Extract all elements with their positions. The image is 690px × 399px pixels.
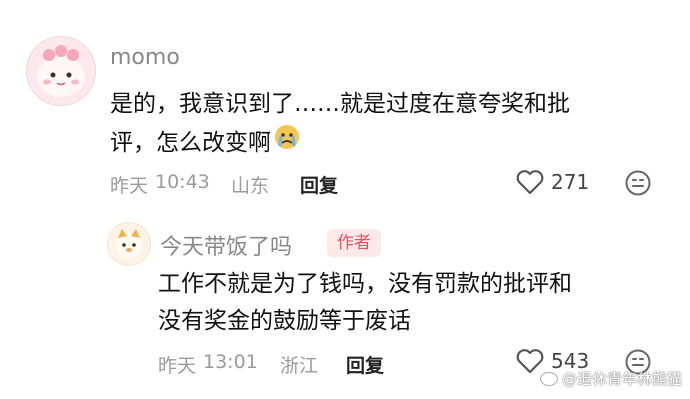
avatar-illustration bbox=[37, 45, 85, 97]
comment-author[interactable]: 今天带饭了吗 bbox=[160, 229, 292, 261]
comment-text-line: 是的，我意识到了……就是过度在意夸奖和批 bbox=[110, 91, 570, 117]
comment-location: 山东 bbox=[231, 175, 270, 197]
comment-date: 昨天 bbox=[110, 175, 149, 197]
comment-author[interactable]: momo bbox=[110, 45, 180, 70]
comment-text-line: 评，怎么改变啊 bbox=[110, 123, 301, 163]
comment-date: 昨天 bbox=[158, 355, 197, 377]
emoji-face-icon bbox=[625, 170, 651, 196]
crying-face-icon bbox=[273, 123, 301, 163]
comment-location: 浙江 bbox=[280, 355, 319, 377]
like-count: 271 bbox=[551, 170, 590, 194]
comment-time: 10:43 bbox=[155, 171, 210, 193]
watermark: @退休青年林熊猫 bbox=[539, 368, 682, 389]
heart-icon bbox=[516, 170, 544, 195]
comment-text-line: 工作不就是为了钱吗，没有罚款的批评和 bbox=[158, 271, 572, 297]
avatar-illustration bbox=[116, 229, 142, 259]
reply-button[interactable]: 回复 bbox=[300, 171, 338, 198]
weibo-logo-icon bbox=[539, 371, 558, 386]
comment-text: 评，怎么改变啊 bbox=[110, 130, 271, 156]
reply-button[interactable]: 回复 bbox=[346, 351, 384, 378]
author-badge: 作者 bbox=[327, 229, 381, 257]
avatar[interactable] bbox=[26, 36, 96, 106]
watermark-text: @退休青年林熊猫 bbox=[561, 370, 682, 388]
avatar[interactable] bbox=[107, 222, 151, 266]
like-button[interactable] bbox=[515, 169, 545, 195]
reaction-button[interactable] bbox=[624, 169, 652, 197]
comment-time: 13:01 bbox=[203, 351, 258, 373]
comment-text-line: 没有奖金的鼓励等于废话 bbox=[158, 308, 411, 334]
